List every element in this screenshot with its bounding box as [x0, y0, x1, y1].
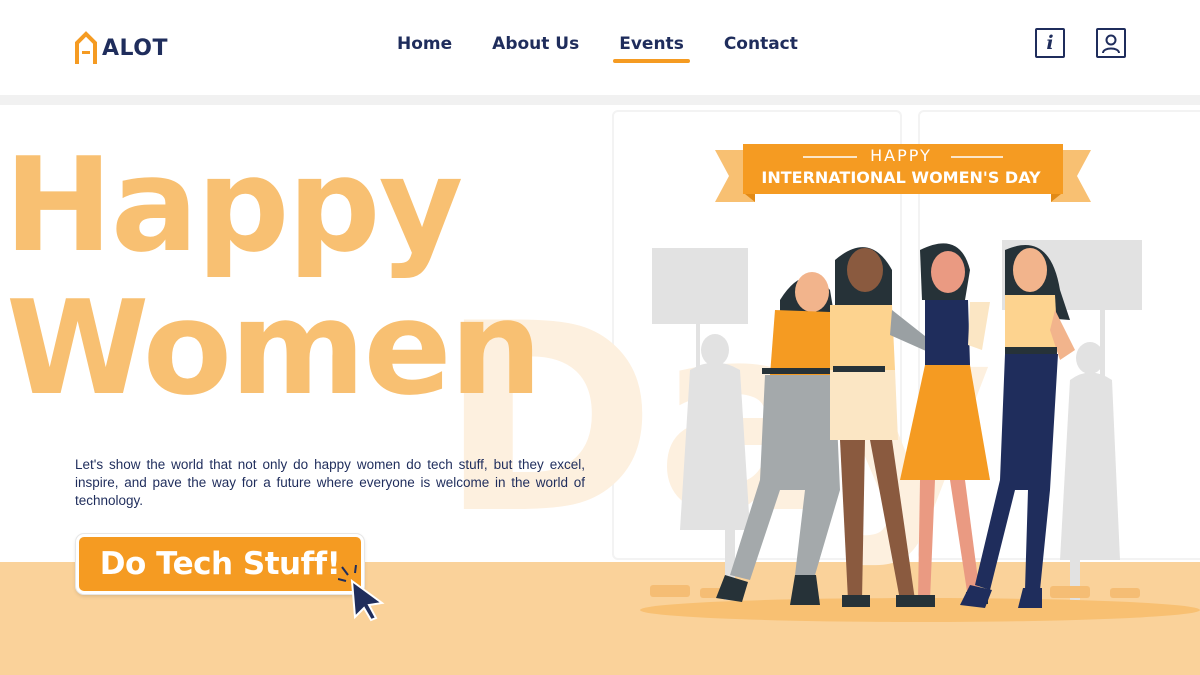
logo[interactable]: ALOT — [74, 30, 168, 66]
nav-home[interactable]: Home — [397, 34, 452, 54]
pointer-cursor-icon — [338, 565, 385, 622]
headline-women: Women — [6, 272, 542, 424]
top-nav: ALOT Home About Us Events Contact i — [0, 0, 1200, 95]
house-logo-icon — [75, 31, 97, 64]
banner-line-happy: HAPPY — [870, 146, 932, 165]
nav-contact[interactable]: Contact — [724, 34, 798, 54]
info-icon[interactable]: i — [1035, 28, 1065, 58]
womens-day-banner: HAPPY INTERNATIONAL WOMEN'S DAY — [715, 142, 1091, 211]
user-icon[interactable] — [1096, 28, 1126, 58]
nav-about-us[interactable]: About Us — [492, 34, 579, 54]
logo-text: ALOT — [102, 35, 168, 61]
user-glyph-icon — [1102, 34, 1120, 54]
banner-line-title: INTERNATIONAL WOMEN'S DAY — [761, 168, 1041, 187]
headline-happy: Happy — [4, 129, 463, 281]
nav-divider — [0, 95, 1200, 105]
do-tech-stuff-button[interactable]: Do Tech Stuff! — [76, 534, 364, 594]
main-nav: Home About Us Events Contact — [380, 34, 821, 63]
women-group-illustration — [640, 240, 1200, 622]
nav-events[interactable]: Events — [613, 34, 690, 63]
hero-description: Let's show the world that not only do ha… — [75, 456, 585, 508]
woman-3 — [900, 243, 990, 607]
